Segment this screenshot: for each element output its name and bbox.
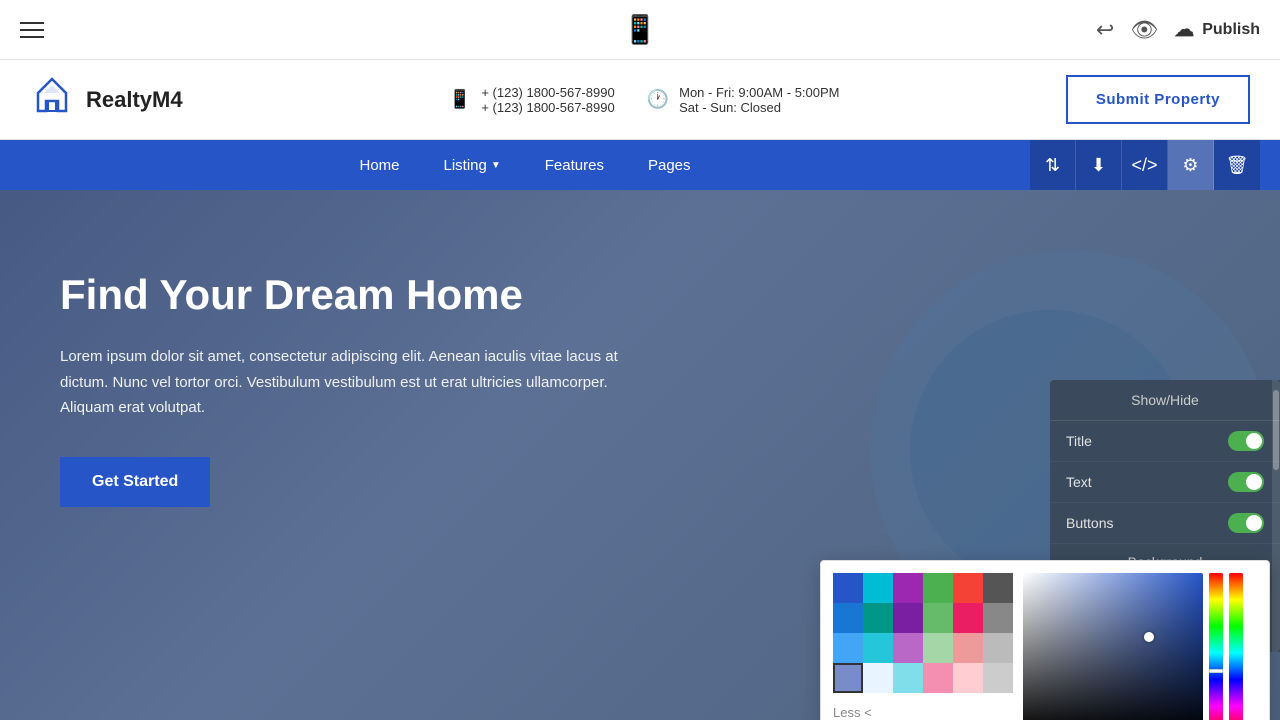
nav-tools: ⇅ ⬇ </> ⚙ 🗑 [1030,140,1260,190]
swatch-tcyan[interactable] [893,663,923,693]
swatch-lsalmon[interactable] [953,663,983,693]
publish-label: Publish [1202,21,1260,39]
swatch-lpurp[interactable] [893,633,923,663]
panel-buttons-row: Buttons [1050,503,1280,544]
settings-tool-btn[interactable]: ⚙ [1168,140,1214,190]
clock-icon: 🕐 [647,89,669,110]
swatch-pink[interactable] [953,603,983,633]
swatch-darkgray[interactable] [983,573,1013,603]
hue-thumb [1209,669,1223,673]
color-picker-inner: Less < [833,573,1257,720]
swatch-empty[interactable] [863,663,893,693]
panel-title-row: Title [1050,421,1280,462]
hours-line1: Mon - Fri: 9:00AM - 5:00PM [679,85,839,100]
text-toggle[interactable] [1228,472,1264,492]
text-toggle-knob [1246,474,1262,490]
toolbar-right: ↩ 👁 ☁ Publish [1096,17,1260,43]
hero-section: Find Your Dream Home Lorem ipsum dolor s… [0,190,1280,720]
panel-title-label: Title [1066,433,1092,449]
hero-text: Lorem ipsum dolor sit amet, consectetur … [60,344,620,421]
hamburger-icon[interactable] [20,22,44,38]
spectrum-strip[interactable] [1229,573,1243,720]
nav-pages[interactable]: Pages [626,140,713,190]
mobile-preview-icon[interactable]: 📱 [623,14,658,45]
swatch-lblue[interactable] [833,633,863,663]
color-swatches: Less < [833,573,1013,720]
panel-scrollbar-thumb [1273,390,1279,470]
publish-button[interactable]: ☁ Publish [1174,17,1260,42]
preview-icon[interactable]: 👁 [1130,17,1158,43]
swatch-blue[interactable] [833,573,863,603]
top-toolbar: 📱 ↩ 👁 ☁ Publish [0,0,1280,60]
hue-slider[interactable] [1209,573,1223,720]
title-toggle-knob [1246,433,1262,449]
submit-property-button[interactable]: Submit Property [1066,75,1250,124]
swatch-violet[interactable] [893,603,923,633]
contact-area: 📱 + (123) 1800-567-8990 + (123) 1800-567… [449,85,840,115]
delete-tool-btn[interactable]: 🗑 [1214,140,1260,190]
show-hide-title: Show/Hide [1050,380,1280,421]
phone-line2: + (123) 1800-567-8990 [481,100,614,115]
nav-home[interactable]: Home [337,140,421,190]
swatch-lime[interactable] [923,633,953,663]
toolbar-center: 📱 [623,13,658,46]
get-started-button[interactable]: Get Started [60,457,210,507]
nav-links: Home Listing ▼ Features Pages [20,140,1030,190]
buttons-toggle-knob [1246,515,1262,531]
logo-area: RealtyM4 [30,73,183,126]
nav-listing[interactable]: Listing ▼ [422,140,523,190]
reorder-tool-btn[interactable]: ⇅ [1030,140,1076,190]
code-tool-btn[interactable]: </> [1122,140,1168,190]
gradient-cursor [1144,632,1154,642]
nav-bar: Home Listing ▼ Features Pages ⇅ ⬇ </> ⚙ … [0,140,1280,190]
less-button[interactable]: Less < [833,701,872,720]
hero-title: Find Your Dream Home [60,270,620,320]
logo-icon [30,73,74,126]
swatch-selected[interactable] [833,663,863,693]
toolbar-left [20,22,44,38]
phone-icon: 📱 [449,89,471,110]
cloud-upload-icon: ☁ [1174,17,1194,42]
listing-dropdown-icon: ▼ [491,160,501,171]
hero-content: Find Your Dream Home Lorem ipsum dolor s… [0,190,680,587]
swatch-vlgray[interactable] [983,663,1013,693]
swatch-blue2[interactable] [833,603,863,633]
swatch-red[interactable] [953,573,983,603]
swatch-lpink[interactable] [923,663,953,693]
swatch-salmon[interactable] [953,633,983,663]
logo-text: RealtyM4 [86,87,183,113]
panel-buttons-label: Buttons [1066,515,1113,531]
panel-text-row: Text [1050,462,1280,503]
hours-line2: Sat - Sun: Closed [679,100,839,115]
gradient-box[interactable] [1023,573,1203,720]
buttons-toggle[interactable] [1228,513,1264,533]
swatch-green[interactable] [923,573,953,603]
hours-contact: 🕐 Mon - Fri: 9:00AM - 5:00PM Sat - Sun: … [647,85,840,115]
nav-listing-label: Listing [444,157,487,174]
swatch-teal[interactable] [863,603,893,633]
swatch-gray[interactable] [983,603,1013,633]
undo-icon[interactable]: ↩ [1096,17,1114,43]
color-gradient-area [1023,573,1257,720]
phone-contact: 📱 + (123) 1800-567-8990 + (123) 1800-567… [449,85,615,115]
swatch-aqua[interactable] [863,633,893,663]
phone-line1: + (123) 1800-567-8990 [481,85,614,100]
site-header: RealtyM4 📱 + (123) 1800-567-8990 + (123)… [0,60,1280,140]
color-picker-popup: Less < [820,560,1270,720]
swatch-grid [833,573,1013,693]
download-tool-btn[interactable]: ⬇ [1076,140,1122,190]
panel-text-label: Text [1066,474,1092,490]
swatch-lgreen[interactable] [923,603,953,633]
title-toggle[interactable] [1228,431,1264,451]
swatch-cyan[interactable] [863,573,893,603]
nav-features[interactable]: Features [523,140,626,190]
swatch-lgray[interactable] [983,633,1013,663]
swatch-purple[interactable] [893,573,923,603]
panel-scrollbar[interactable] [1272,380,1280,652]
